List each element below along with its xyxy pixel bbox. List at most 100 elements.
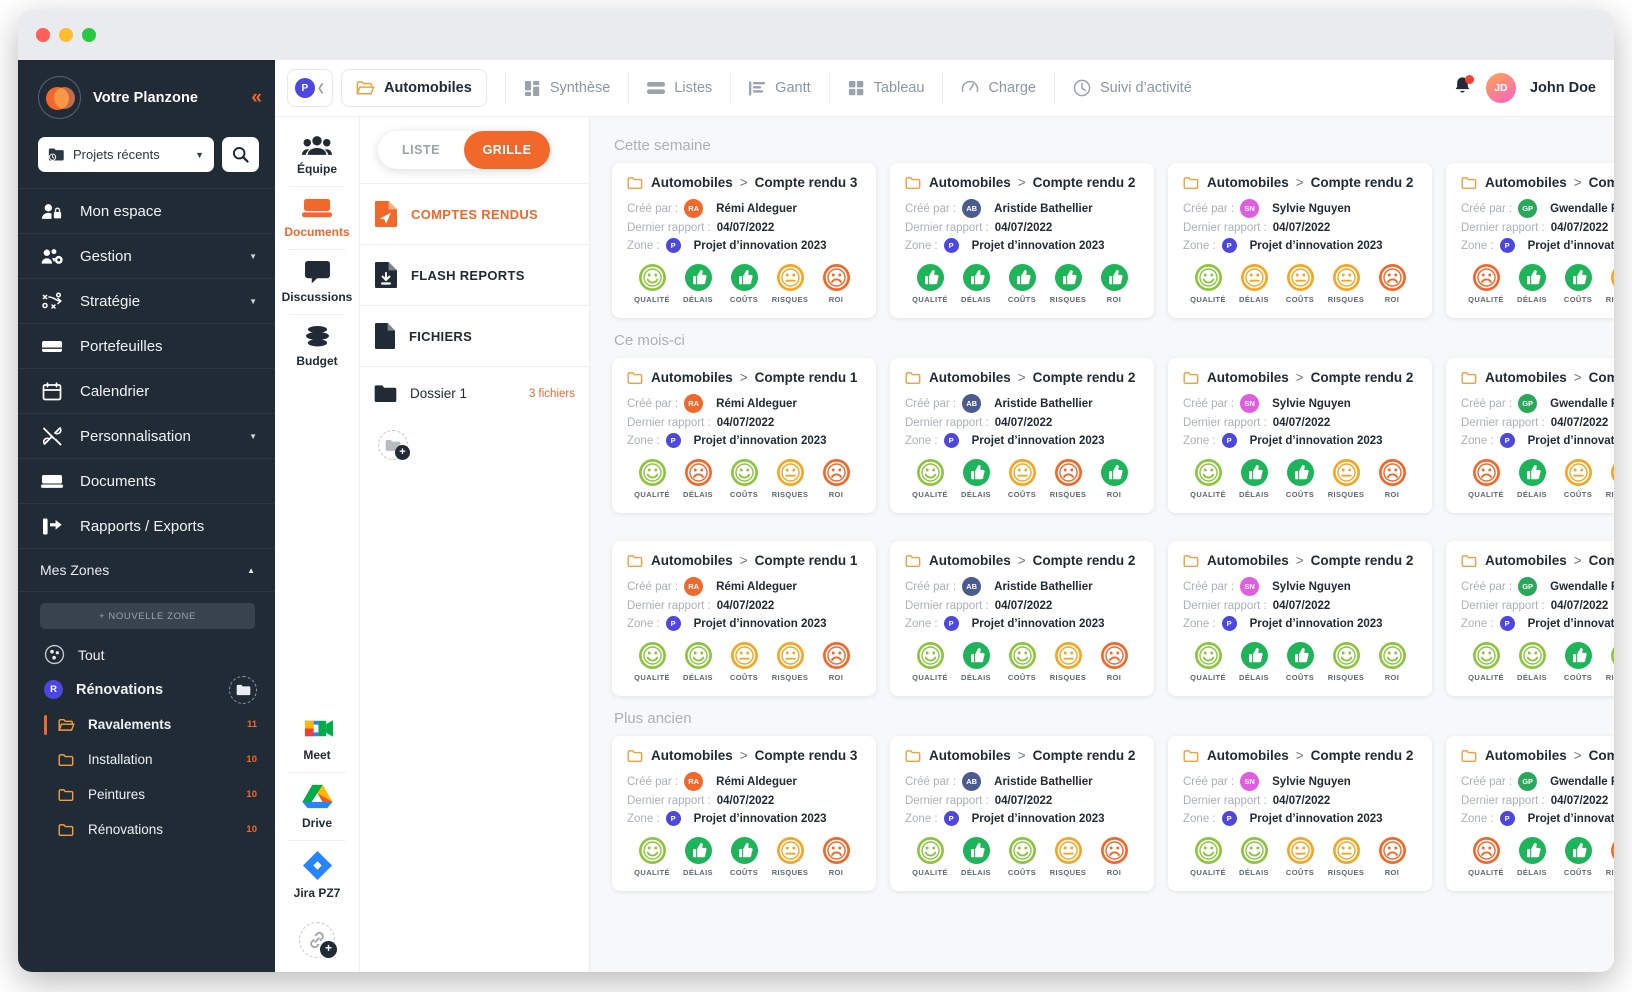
kpi-risques[interactable]: RISQUES	[1601, 459, 1614, 499]
report-card[interactable]: Automobiles > Compte rendu 4 Créé par : GP Gw…	[1446, 163, 1614, 318]
kpi-roi[interactable]: ROI	[1369, 642, 1415, 682]
report-card[interactable]: Automobiles > Compte rendu 2 Créé par : SN Sy…	[1168, 736, 1432, 891]
kpi-coûts[interactable]: COÛTS	[999, 264, 1045, 304]
kpi-délais[interactable]: DÉLAIS	[953, 837, 999, 877]
kpi-roi[interactable]: ROI	[1369, 837, 1415, 877]
kpi-risques[interactable]: RISQUES	[1601, 264, 1614, 304]
project-switcher[interactable]: P ❮	[287, 69, 333, 107]
kpi-délais[interactable]: DÉLAIS	[675, 837, 721, 877]
report-card[interactable]: Automobiles > Compte rendu 2 Créé par : AB Ar…	[890, 541, 1154, 696]
kpi-risques[interactable]: RISQUES	[1323, 264, 1369, 304]
doc-section-comptes-rendus[interactable]: COMPTES RENDUS	[360, 183, 589, 244]
kpi-qualité[interactable]: QUALITÉ	[1185, 459, 1231, 499]
kpi-délais[interactable]: DÉLAIS	[1509, 264, 1555, 304]
folder-item-dossier-1[interactable]: Dossier 1 3 fichiers	[360, 366, 589, 420]
kpi-délais[interactable]: DÉLAIS	[1231, 642, 1277, 682]
kpi-délais[interactable]: DÉLAIS	[1231, 264, 1277, 304]
kpi-qualité[interactable]: QUALITÉ	[1185, 264, 1231, 304]
kpi-coûts[interactable]: COÛTS	[999, 642, 1045, 682]
add-zone-folder-icon[interactable]	[229, 675, 257, 704]
kpi-roi[interactable]: ROI	[1091, 642, 1137, 682]
kpi-coûts[interactable]: COÛTS	[1555, 642, 1601, 682]
kpi-délais[interactable]: DÉLAIS	[1231, 459, 1277, 499]
kpi-délais[interactable]: DÉLAIS	[675, 642, 721, 682]
kpi-coûts[interactable]: COÛTS	[1277, 459, 1323, 499]
kpi-roi[interactable]: ROI	[813, 459, 859, 499]
kpi-coûts[interactable]: COÛTS	[721, 642, 767, 682]
report-card[interactable]: Automobiles > Compte rendu 4 Créé par : GP Gw…	[1446, 736, 1614, 891]
kpi-roi[interactable]: ROI	[1091, 459, 1137, 499]
zone-item-renovations[interactable]: Rénovations 10	[18, 812, 275, 847]
kpi-roi[interactable]: ROI	[1091, 264, 1137, 304]
doc-section-flash-reports[interactable]: FLASH REPORTS	[360, 244, 589, 305]
kpi-qualité[interactable]: QUALITÉ	[629, 264, 675, 304]
kpi-risques[interactable]: RISQUES	[1323, 837, 1369, 877]
rail-app-drive[interactable]: Drive	[275, 772, 359, 840]
rail-item-discussions[interactable]: Discussions	[275, 249, 359, 314]
kpi-risques[interactable]: RISQUES	[1045, 459, 1091, 499]
kpi-risques[interactable]: RISQUES	[767, 837, 813, 877]
kpi-délais[interactable]: DÉLAIS	[953, 459, 999, 499]
sidebar-item-personnalisation[interactable]: Personnalisation ▼	[18, 413, 275, 458]
kpi-risques[interactable]: RISQUES	[1045, 837, 1091, 877]
kpi-qualité[interactable]: QUALITÉ	[1463, 264, 1509, 304]
kpi-roi[interactable]: ROI	[1369, 459, 1415, 499]
kpi-risques[interactable]: RISQUES	[767, 264, 813, 304]
kpi-roi[interactable]: ROI	[1091, 837, 1137, 877]
rail-app-jira[interactable]: Jira PZ7	[275, 840, 359, 910]
kpi-roi[interactable]: ROI	[1369, 264, 1415, 304]
kpi-délais[interactable]: DÉLAIS	[953, 642, 999, 682]
kpi-qualité[interactable]: QUALITÉ	[1185, 642, 1231, 682]
report-card[interactable]: Automobiles > Compte rendu 2 Créé par : AB Ar…	[890, 358, 1154, 513]
zones-section-header[interactable]: Mes Zones ▲	[18, 548, 275, 592]
kpi-qualité[interactable]: QUALITÉ	[1463, 837, 1509, 877]
avatar[interactable]: JD	[1485, 73, 1516, 103]
new-zone-button[interactable]: + NOUVELLE ZONE	[40, 603, 255, 629]
add-folder-button[interactable]: +	[378, 430, 410, 460]
zone-item-renovations-root[interactable]: R Rénovations	[18, 672, 275, 707]
kpi-risques[interactable]: RISQUES	[1323, 642, 1369, 682]
rail-item-equipe[interactable]: Équipe	[275, 124, 359, 186]
kpi-risques[interactable]: RISQUES	[1323, 459, 1369, 499]
tab-listes[interactable]: Listes	[628, 72, 730, 104]
kpi-coûts[interactable]: COÛTS	[721, 837, 767, 877]
kpi-qualité[interactable]: QUALITÉ	[629, 642, 675, 682]
tab-tableau[interactable]: Tableau	[828, 72, 943, 104]
kpi-qualité[interactable]: QUALITÉ	[907, 837, 953, 877]
report-card[interactable]: Automobiles > Compte rendu 2 Créé par : AB Ar…	[890, 736, 1154, 891]
kpi-délais[interactable]: DÉLAIS	[953, 264, 999, 304]
kpi-risques[interactable]: RISQUES	[767, 459, 813, 499]
kpi-coûts[interactable]: COÛTS	[1277, 837, 1323, 877]
zone-item-peintures[interactable]: Peintures 10	[18, 777, 275, 812]
kpi-roi[interactable]: ROI	[813, 837, 859, 877]
view-option-grille[interactable]: GRILLE	[464, 131, 550, 169]
kpi-coûts[interactable]: COÛTS	[999, 837, 1045, 877]
kpi-délais[interactable]: DÉLAIS	[1509, 642, 1555, 682]
tab-charge[interactable]: Charge	[942, 72, 1054, 104]
add-integration-button[interactable]: +	[299, 922, 337, 958]
report-card[interactable]: Automobiles > Compte rendu 2 Créé par : SN Sy…	[1168, 358, 1432, 513]
kpi-qualité[interactable]: QUALITÉ	[907, 459, 953, 499]
report-card[interactable]: Automobiles > Compte rendu 2 Créé par : SN Sy…	[1168, 541, 1432, 696]
notifications-button[interactable]	[1453, 74, 1474, 101]
kpi-risques[interactable]: RISQUES	[1045, 642, 1091, 682]
report-card[interactable]: Automobiles > Compte rendu 2 Créé par : AB Ar…	[890, 163, 1154, 318]
kpi-roi[interactable]: ROI	[813, 642, 859, 682]
kpi-délais[interactable]: DÉLAIS	[675, 459, 721, 499]
zone-item-tout[interactable]: Tout	[18, 637, 275, 672]
tab-synthese[interactable]: Synthèse	[504, 72, 628, 104]
report-card[interactable]: Automobiles > Compte rendu 3 Créé par : RA Ré…	[612, 736, 876, 891]
report-card[interactable]: Automobiles > Compte rendu 1 Créé par : RA Ré…	[612, 541, 876, 696]
tab-gantt[interactable]: Gantt	[730, 72, 828, 104]
sidebar-item-documents[interactable]: Documents	[18, 458, 275, 503]
report-card[interactable]: Automobiles > Compte rendu 3 Créé par : RA Ré…	[612, 163, 876, 318]
view-option-liste[interactable]: LISTE	[378, 131, 464, 169]
window-maximize-button[interactable]	[82, 28, 96, 42]
sidebar-item-calendrier[interactable]: Calendrier	[18, 368, 275, 413]
user-name[interactable]: John Doe	[1530, 80, 1596, 96]
kpi-roi[interactable]: ROI	[813, 264, 859, 304]
kpi-délais[interactable]: DÉLAIS	[1509, 837, 1555, 877]
kpi-risques[interactable]: RISQUES	[767, 642, 813, 682]
report-card[interactable]: Automobiles > Compte rendu 4 Créé par : GP Gw…	[1446, 541, 1614, 696]
kpi-coûts[interactable]: COÛTS	[1277, 264, 1323, 304]
